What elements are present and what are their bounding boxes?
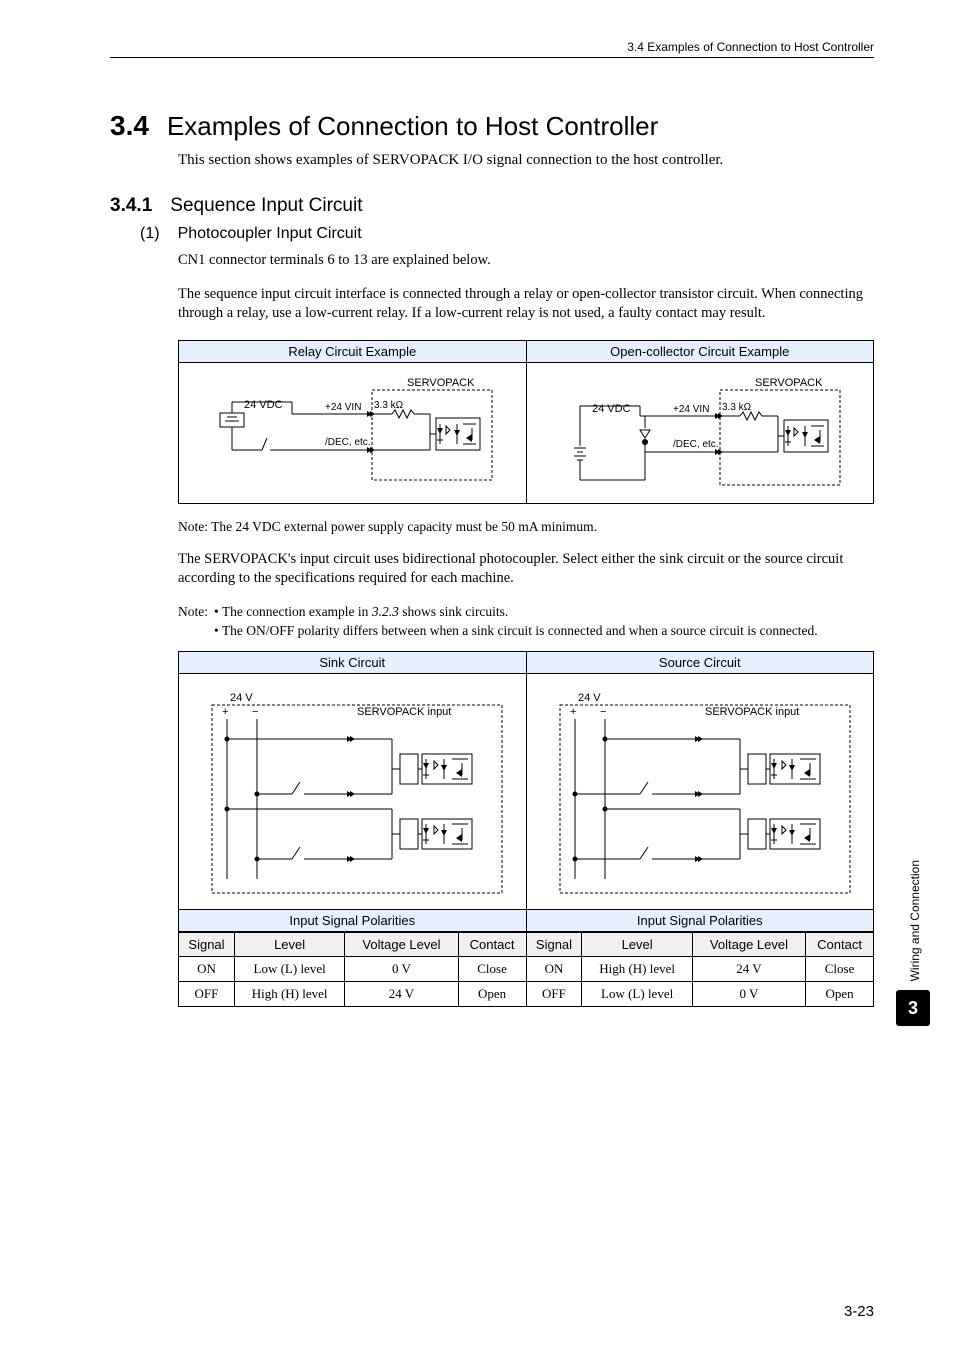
svg-text:24 VDC: 24 VDC	[244, 399, 283, 411]
note-item: The connection example in 3.2.3 shows si…	[214, 603, 818, 622]
open-collector-circuit-diagram: SERVOPACK 24 VDC +24 VIN 3.3 kΩ	[530, 368, 870, 498]
note-item: The ON/OFF polarity differs between when…	[214, 622, 818, 641]
table-row: OFF High (H) level 24 V Open	[179, 981, 526, 1006]
svg-text:−: −	[600, 706, 606, 718]
subsection-number: 3.4.1	[110, 195, 152, 217]
diagram-pair-relay: Relay Circuit Example SERVOPACK 24 VDC	[178, 340, 874, 504]
chapter-name-vertical: Wiring and Connection	[908, 860, 922, 981]
svg-text:SERVOPACK input: SERVOPACK input	[357, 706, 451, 718]
part-title: Photocoupler Input Circuit	[178, 225, 362, 243]
paragraph: CN1 connector terminals 6 to 13 are expl…	[178, 251, 874, 271]
svg-text:+: +	[570, 706, 576, 718]
table-header: Level	[582, 932, 692, 956]
svg-text:SERVOPACK: SERVOPACK	[407, 377, 475, 389]
section-intro: This section shows examples of SERVOPACK…	[178, 152, 874, 169]
svg-text:+24 VIN: +24 VIN	[673, 404, 709, 415]
note: Note: The 24 VDC external power supply c…	[178, 518, 874, 536]
table-header: Level	[234, 932, 344, 956]
relay-circuit-diagram: SERVOPACK 24 VDC +24 VIN	[182, 368, 522, 498]
table-row: ON High (H) level 24 V Close	[527, 956, 874, 981]
section-number: 3.4	[110, 110, 149, 142]
header-rule	[110, 57, 874, 58]
table-header: Voltage Level	[692, 932, 805, 956]
svg-text:/DEC, etc.: /DEC, etc.	[673, 439, 719, 450]
svg-text:24 V: 24 V	[230, 692, 253, 704]
part-number: (1)	[140, 225, 160, 243]
sink-circuit-diagram: 24 V + − SERVOPACK input	[182, 679, 522, 904]
polarity-title: Input Signal Polarities	[179, 909, 526, 932]
source-circuit-diagram: 24 V + − SERVOPACK input	[530, 679, 870, 904]
svg-text:3.3 kΩ: 3.3 kΩ	[374, 400, 404, 411]
paragraph: The SERVOPACK's input circuit uses bidir…	[178, 550, 874, 589]
diagram-title: Open-collector Circuit Example	[527, 341, 874, 363]
svg-text:3.3 kΩ: 3.3 kΩ	[722, 402, 752, 413]
diagram-pair-sink-source: Sink Circuit 24 V + − SERVOPACK input	[178, 651, 874, 1007]
table-row: OFF Low (L) level 0 V Open	[527, 981, 874, 1006]
svg-text:/DEC, etc.: /DEC, etc.	[325, 437, 371, 448]
svg-text:+: +	[222, 706, 228, 718]
note-list: Note: The connection example in 3.2.3 sh…	[178, 603, 874, 641]
sink-polarity-table: Signal Level Voltage Level Contact ON Lo…	[179, 932, 526, 1006]
paragraph: The sequence input circuit interface is …	[178, 285, 874, 324]
svg-text:SERVOPACK: SERVOPACK	[755, 377, 823, 389]
note-label: Note:	[178, 603, 208, 641]
table-header: Contact	[806, 932, 873, 956]
svg-text:+24 VIN: +24 VIN	[325, 402, 361, 413]
polarity-title: Input Signal Polarities	[527, 909, 874, 932]
svg-text:24 VDC: 24 VDC	[592, 403, 631, 415]
table-row: ON Low (L) level 0 V Close	[179, 956, 526, 981]
svg-text:SERVOPACK input: SERVOPACK input	[705, 706, 799, 718]
diagram-title: Relay Circuit Example	[179, 341, 526, 363]
diagram-title: Sink Circuit	[179, 652, 526, 674]
chapter-tab: 3	[896, 990, 930, 1026]
table-header: Voltage Level	[345, 932, 458, 956]
section-title: Examples of Connection to Host Controlle…	[167, 111, 658, 142]
svg-text:−: −	[252, 706, 258, 718]
subsection-title: Sequence Input Circuit	[170, 195, 362, 217]
table-header: Signal	[179, 932, 234, 956]
source-polarity-table: Signal Level Voltage Level Contact ON Hi…	[527, 932, 874, 1006]
header-breadcrumb: 3.4 Examples of Connection to Host Contr…	[110, 40, 874, 54]
table-header: Contact	[458, 932, 525, 956]
diagram-title: Source Circuit	[527, 652, 874, 674]
table-header: Signal	[527, 932, 582, 956]
svg-text:24 V: 24 V	[578, 692, 601, 704]
page-number: 3-23	[844, 1303, 874, 1320]
